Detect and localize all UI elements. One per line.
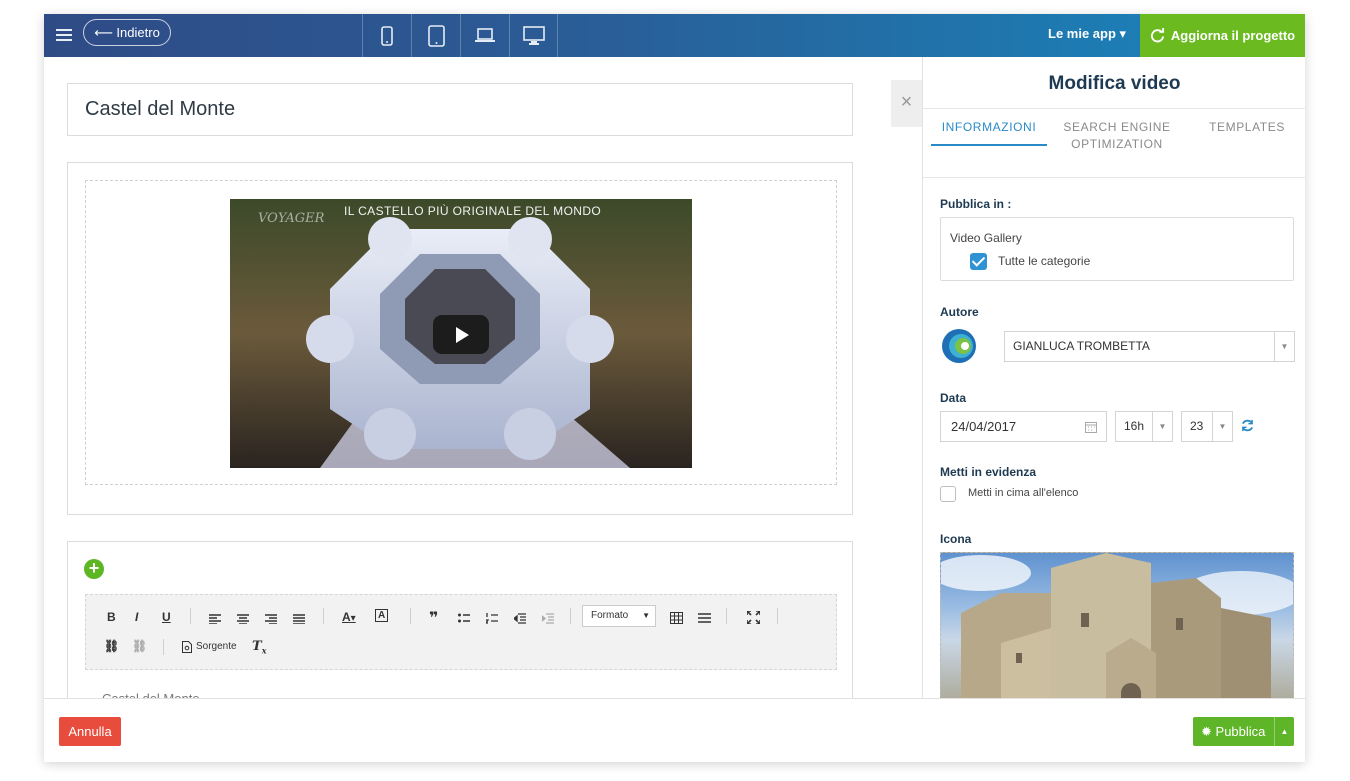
publish-in-label: Pubblica in : [940, 197, 1012, 211]
desktop-icon[interactable] [509, 14, 558, 57]
format-select[interactable]: Formato ▼ [582, 605, 656, 627]
bullet-list-icon[interactable] [458, 613, 470, 624]
chevron-down-icon: ▼ [1274, 332, 1294, 361]
toolbar-divider [410, 608, 411, 624]
publish-button-label: ✹ Pubblica [1201, 717, 1265, 746]
source-icon[interactable] [182, 641, 192, 653]
background-color-icon[interactable]: A [375, 609, 389, 622]
all-categories-checkbox[interactable] [970, 253, 987, 270]
update-project-button[interactable]: Aggiorna il progetto [1140, 14, 1305, 57]
author-select-value: GIANLUCA TROMBETTA [1013, 339, 1150, 353]
castle-image [941, 553, 1293, 711]
italic-button[interactable]: I [135, 610, 138, 624]
toolbar-divider [163, 639, 164, 655]
blockquote-icon[interactable]: ❞ [429, 608, 438, 628]
author-select[interactable]: GIANLUCA TROMBETTA ▼ [1004, 331, 1295, 362]
underline-button[interactable]: U [162, 610, 171, 624]
toolbar-divider [190, 608, 191, 624]
menu-icon[interactable] [56, 26, 72, 44]
icon-image[interactable] [940, 552, 1294, 712]
clear-format-icon[interactable]: Tx [252, 639, 266, 656]
close-icon[interactable]: × [891, 80, 922, 127]
table-icon[interactable] [670, 612, 683, 624]
video-dropzone: VOYAGER IL CASTELLO PIÙ ORIGINALE DEL MO… [85, 180, 837, 485]
panel-title: Modifica video [1048, 73, 1181, 94]
video-watermark: VOYAGER [258, 211, 325, 226]
video-block[interactable]: VOYAGER IL CASTELLO PIÙ ORIGINALE DEL MO… [67, 162, 853, 515]
highlight-checkbox[interactable] [940, 486, 956, 502]
publish-button[interactable]: ✹ Pubblica ▲ [1193, 717, 1294, 746]
format-select-label: Formato [591, 610, 629, 621]
active-tab-indicator [931, 144, 1047, 146]
reset-date-icon[interactable] [1241, 419, 1254, 432]
laptop-icon[interactable] [460, 14, 509, 57]
calendar-icon[interactable] [1085, 421, 1097, 433]
date-label: Data [940, 391, 967, 405]
update-project-label: Aggiorna il progetto [1170, 28, 1296, 43]
author-avatar [942, 329, 976, 363]
indent-icon[interactable] [542, 613, 554, 624]
back-button[interactable]: ⟵ Indietro [83, 19, 171, 46]
toolbar-divider [323, 608, 324, 624]
outdent-icon[interactable] [514, 613, 526, 624]
toolbar-divider [570, 608, 571, 624]
unlink-icon[interactable]: ⛓ [132, 639, 147, 653]
date-input[interactable]: 24/04/2017 [940, 411, 1107, 442]
footer-bar: Annulla ✹ Pubblica ▲ [44, 698, 1305, 762]
chevron-down-icon: ▼ [1152, 412, 1172, 441]
toolbar-divider [726, 608, 727, 624]
app-window: ⟵ Indietro Le mie app ▾ Aggiorna il prog… [44, 14, 1305, 762]
highlight-label: Metti in evidenza [940, 465, 1037, 479]
highlight-option-label: Metti in cima all'elenco [968, 487, 1079, 499]
horizontal-rule-icon[interactable] [698, 612, 711, 624]
gear-icon: ✹ [1201, 724, 1212, 739]
chevron-down-icon: ▼ [1212, 412, 1232, 441]
video-overlay-title: IL CASTELLO PIÙ ORIGINALE DEL MONDO [344, 204, 602, 218]
chevron-down-icon: ▼ [642, 611, 650, 620]
mobile-icon[interactable] [362, 14, 411, 57]
refresh-icon [1150, 28, 1164, 43]
publish-options-caret[interactable]: ▲ [1274, 717, 1294, 746]
align-left-icon[interactable] [209, 614, 221, 624]
source-button[interactable]: Sorgente [196, 641, 237, 652]
tablet-icon[interactable] [411, 14, 460, 57]
publish-label-text: Pubblica [1215, 724, 1266, 739]
tab-informazioni[interactable]: INFORMAZIONI [931, 119, 1047, 136]
add-block-icon[interactable]: + [84, 559, 104, 579]
toolbar-divider [777, 608, 778, 624]
hour-value: 16h [1124, 419, 1145, 433]
link-icon[interactable]: ⛓ [104, 639, 119, 653]
rich-text-toolbar: B I U A▾ A ❞ Formato ▼ ⛓ ⛓ Sorgente Tx [85, 594, 837, 670]
hour-select[interactable]: 16h ▼ [1115, 411, 1173, 442]
bold-button[interactable]: B [107, 610, 116, 624]
date-value: 24/04/2017 [951, 419, 1017, 434]
icon-label: Icona [940, 532, 972, 546]
video-player[interactable]: VOYAGER IL CASTELLO PIÙ ORIGINALE DEL MO… [230, 199, 692, 468]
minute-value: 23 [1190, 419, 1204, 433]
justify-icon[interactable] [293, 614, 305, 624]
minute-select[interactable]: 23 ▼ [1181, 411, 1233, 442]
maximize-icon[interactable] [747, 611, 760, 624]
text-color-icon[interactable]: A▾ [342, 610, 356, 624]
title-input[interactable]: Castel del Monte [67, 83, 853, 136]
all-categories-label: Tutte le categorie [998, 254, 1091, 268]
tab-templates[interactable]: TEMPLATES [1193, 119, 1301, 136]
device-preview-group [362, 14, 558, 57]
my-apps-dropdown[interactable]: Le mie app ▾ [1048, 26, 1126, 42]
top-bar: ⟵ Indietro Le mie app ▾ Aggiorna il prog… [44, 14, 1305, 57]
category-box: Video Gallery Tutte le categorie [940, 217, 1294, 281]
play-icon[interactable] [433, 315, 489, 354]
cancel-button[interactable]: Annulla [59, 717, 121, 746]
author-label: Autore [940, 305, 979, 319]
edit-panel: Modifica video INFORMAZIONI SEARCH ENGIN… [922, 57, 1305, 712]
align-center-icon[interactable] [237, 614, 249, 624]
numbered-list-icon[interactable] [486, 613, 498, 624]
align-right-icon[interactable] [265, 614, 277, 624]
category-name: Video Gallery [950, 231, 1022, 245]
panel-tabs: INFORMAZIONI SEARCH ENGINE OPTIMIZATION … [923, 108, 1305, 178]
tab-seo[interactable]: SEARCH ENGINE OPTIMIZATION [1063, 119, 1171, 153]
